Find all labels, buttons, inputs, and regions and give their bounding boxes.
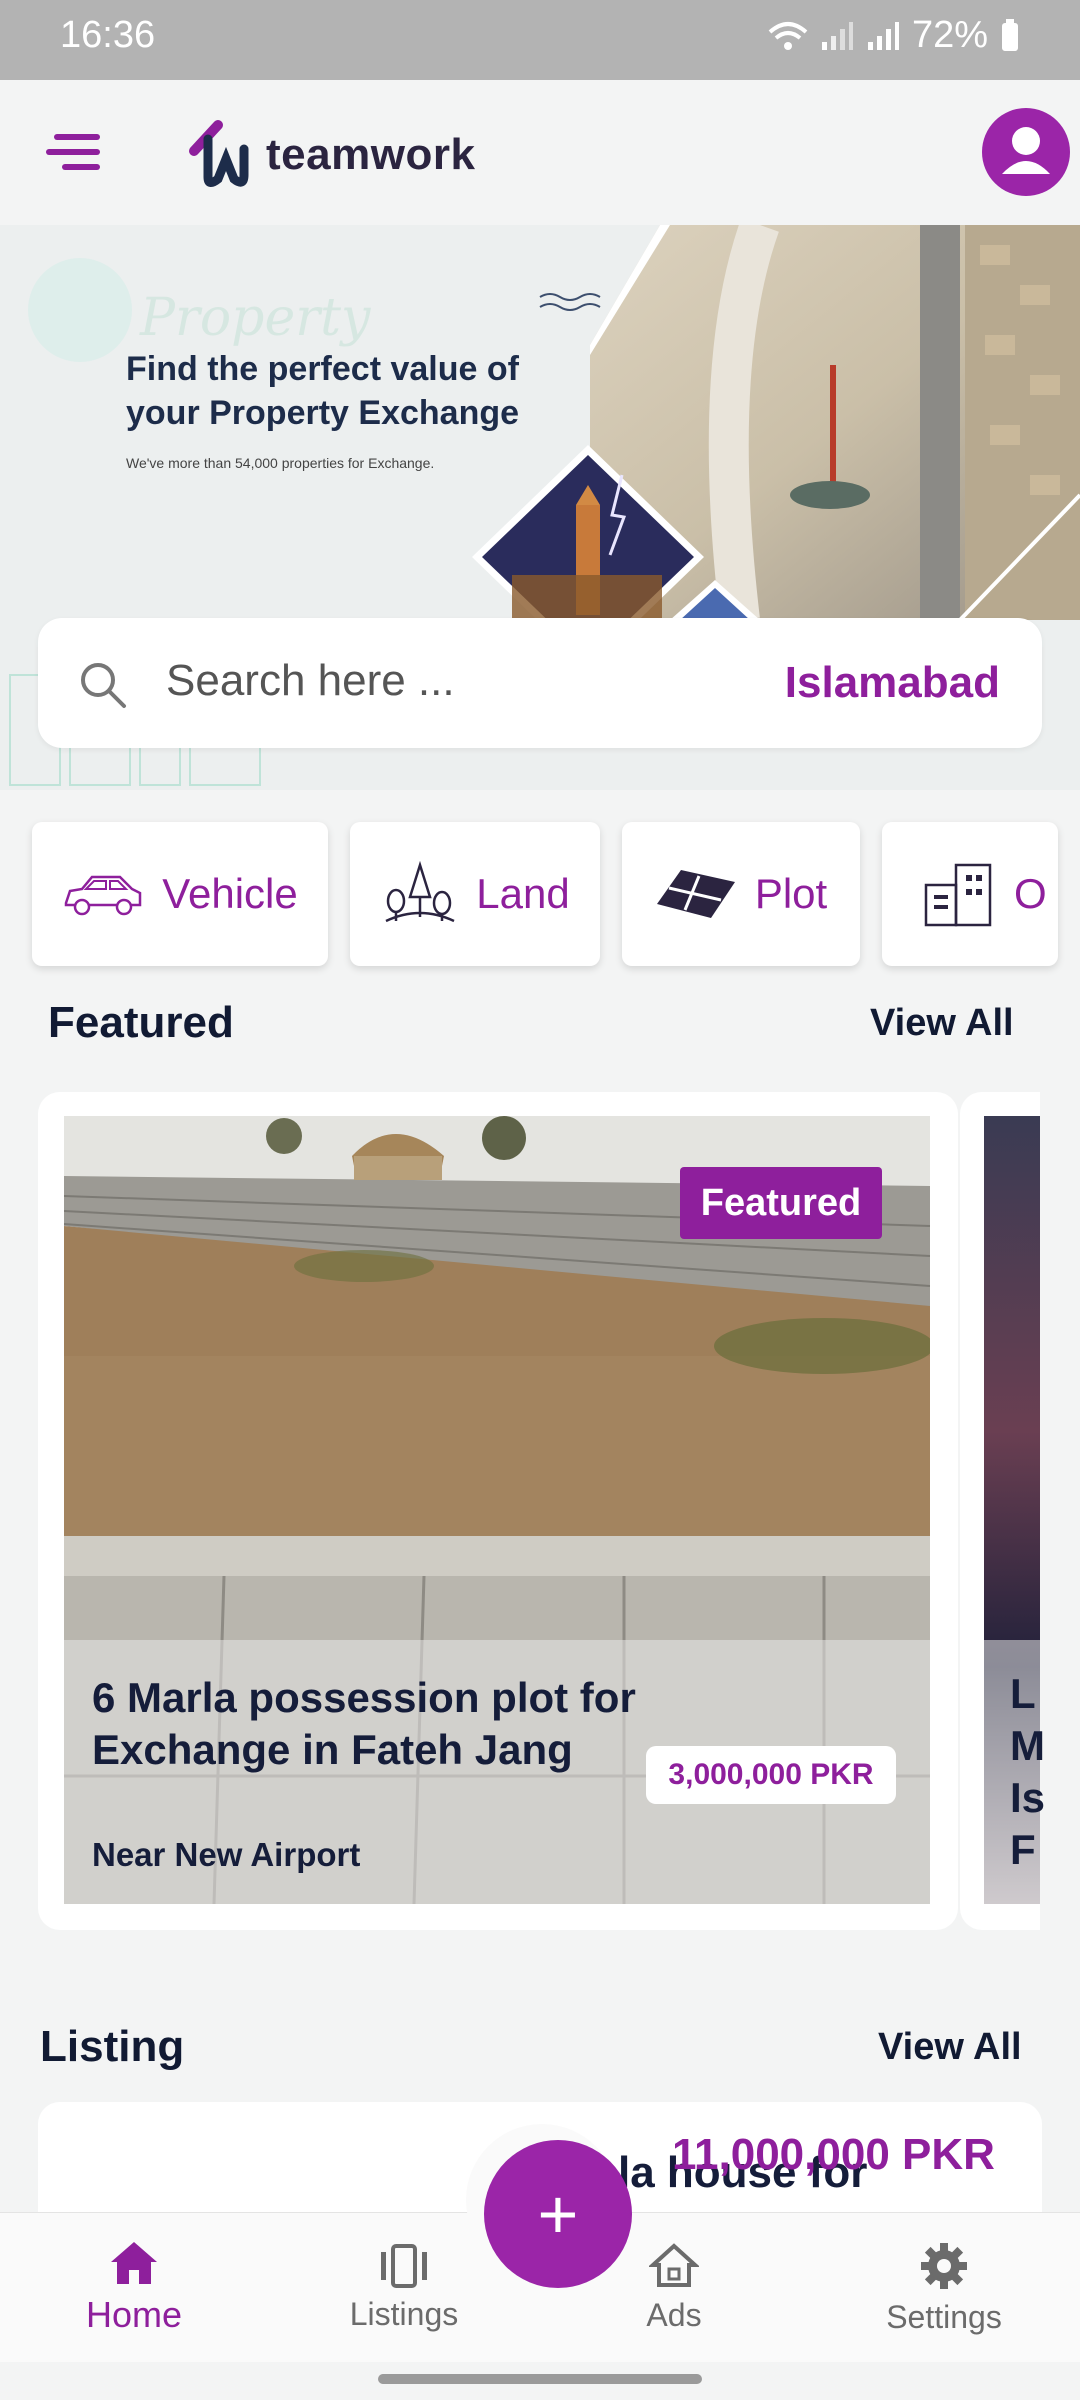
- nav-label: Home: [85, 2294, 183, 2335]
- nav-label: Listings: [349, 2295, 459, 2332]
- status-time: 16:36: [60, 14, 156, 56]
- listing-view-all-link[interactable]: View All: [878, 2026, 1022, 2069]
- ads-home-icon: [649, 2242, 699, 2287]
- home-icon: [111, 2242, 157, 2284]
- gesture-handle[interactable]: [378, 2374, 702, 2384]
- nav-settings[interactable]: Settings: [834, 2213, 1054, 2363]
- listing-location: Near New Airport: [92, 1836, 361, 1873]
- profile-avatar[interactable]: [982, 108, 1070, 196]
- featured-view-all-link[interactable]: View All: [870, 1002, 1014, 1045]
- featured-badge: Featured: [680, 1167, 882, 1239]
- listing-section-title: Listing: [40, 2022, 185, 2071]
- price-badge: 3,000,000 PKR: [646, 1746, 896, 1804]
- brand-logo: teamwork: [188, 110, 475, 200]
- nav-label: Settings: [886, 2298, 1002, 2335]
- plot-icon: [656, 870, 735, 918]
- category-other[interactable]: O: [882, 822, 1058, 966]
- city-selector[interactable]: Islamabad: [785, 658, 1000, 708]
- listings-icon: [381, 2243, 427, 2288]
- featured-section-title: Featured: [48, 998, 234, 1047]
- battery-icon: [1002, 18, 1018, 51]
- signal-icon-2: [867, 21, 899, 50]
- category-land[interactable]: Land: [350, 822, 600, 966]
- gear-icon: [921, 2242, 967, 2289]
- teamwork-logo-icon: [189, 120, 249, 187]
- search-input[interactable]: Search here ...: [166, 656, 455, 706]
- category-plot[interactable]: Plot: [622, 822, 860, 966]
- trees-icon: [385, 861, 455, 923]
- category-vehicle[interactable]: Vehicle: [32, 822, 328, 966]
- menu-icon[interactable]: [46, 132, 102, 172]
- category-label: O: [1014, 870, 1047, 917]
- car-icon: [65, 875, 142, 916]
- building-icon: [924, 863, 992, 927]
- nav-label: Ads: [646, 2296, 702, 2333]
- search-icon: [81, 663, 126, 708]
- status-icons: 72%: [768, 14, 1020, 57]
- banner-subtitle: We've more than 54,000 properties for Ex…: [126, 455, 435, 471]
- add-listing-button[interactable]: +: [484, 2140, 632, 2288]
- category-label: Plot: [754, 870, 828, 917]
- banner-small-diamond: [670, 580, 760, 620]
- brand-name: teamwork: [266, 130, 476, 179]
- gesture-area: [0, 2362, 1080, 2400]
- category-label: Land: [476, 870, 570, 917]
- next-card-title: L M Is F: [1010, 1670, 1046, 1873]
- banner-title: Find the perfect value of your Property …: [126, 350, 520, 432]
- signal-icon: [821, 21, 853, 50]
- svg-text:Property: Property: [139, 288, 371, 348]
- battery-percent: 72%: [911, 14, 988, 56]
- nav-home[interactable]: Home: [24, 2213, 244, 2363]
- user-icon: [1002, 127, 1050, 174]
- category-label: Vehicle: [162, 870, 298, 917]
- listing-card-price: 11,000,000 PKR: [672, 2130, 995, 2179]
- status-bar: 16:36 72%: [0, 0, 1080, 80]
- search-bar[interactable]: Search here ... Islamabad: [38, 618, 1042, 748]
- app-header: teamwork: [0, 80, 1080, 225]
- wifi-icon: [768, 21, 808, 50]
- listing-title: 6 Marla possession plot for Exchange in …: [92, 1674, 636, 1773]
